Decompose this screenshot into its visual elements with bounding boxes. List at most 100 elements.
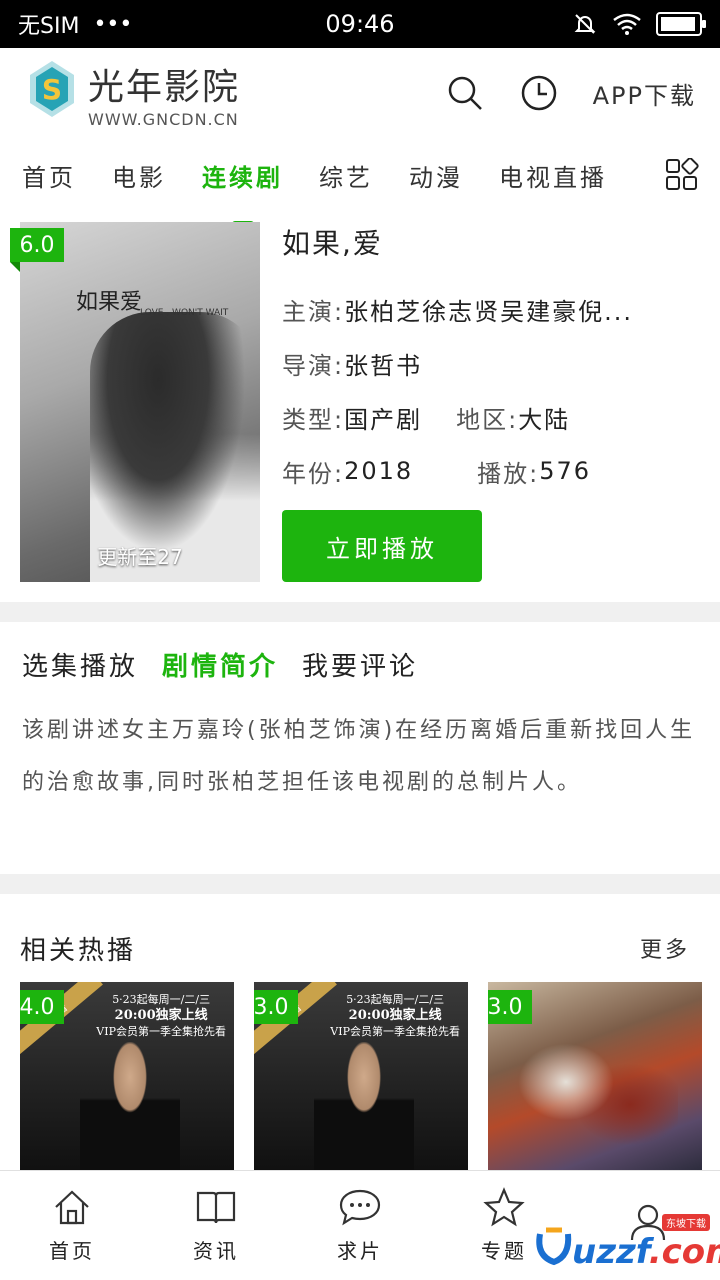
region-label: 地区: xyxy=(456,405,519,434)
logo[interactable]: S 光年影院 WWW.GNCDN.CN xyxy=(24,57,240,129)
category-tabs: 首页 电影 连续剧 综艺 动漫 电视直播 资 xyxy=(0,138,720,212)
logo-title: 光年影院 xyxy=(88,66,241,108)
card-promo: 5·23起每周一/二/三 20:00独家上线 VIP会员第一季全集抢先看 xyxy=(330,992,460,1040)
grid-icon xyxy=(666,158,699,190)
tab-home[interactable]: 首页 xyxy=(22,158,76,193)
year-label: 年份: xyxy=(282,459,345,488)
svg-text:S: S xyxy=(42,73,62,106)
type-region-row: 类型: 国产剧 地区: 大陆 xyxy=(282,390,702,444)
info-panel: 如果,爱 主演: 张柏芝徐志贤吴建豪倪... 导演: 张哲书 类型: 国产剧 地… xyxy=(282,222,702,582)
director-label: 导演: xyxy=(282,351,345,380)
watermark-text: uzzf.com xyxy=(572,1232,720,1272)
related-card[interactable]: VIP看 5·23起每周一/二/三 20:00独家上线 VIP会员第一季全集抢先… xyxy=(20,982,234,1172)
star-icon xyxy=(483,1187,525,1227)
card-person xyxy=(80,1042,180,1172)
synopsis-section: 选集播放 剧情简介 我要评论 该剧讲述女主万嘉玲(张柏芝饰演)在经历离婚后重新找… xyxy=(0,622,720,874)
cast-label: 主演: xyxy=(282,297,345,326)
nav-label: 首页 xyxy=(49,1239,95,1263)
promo-line: VIP会员第一季全集抢先看 xyxy=(96,1025,226,1038)
nav-label: 专题 xyxy=(481,1239,527,1263)
rating-badge: 6.0 xyxy=(10,228,64,272)
tab-variety[interactable]: 综艺 xyxy=(319,158,373,193)
promo-line: 20:00独家上线 xyxy=(348,1008,442,1023)
promo-line: 20:00独家上线 xyxy=(114,1008,208,1023)
tab-tv-live[interactable]: 电视直播 xyxy=(499,158,607,193)
status-left: 无SIM ••• xyxy=(18,8,132,40)
promo-line: 5·23起每周一/二/三 xyxy=(346,993,445,1006)
plays-label: 播放: xyxy=(477,459,540,488)
nav-label: 求片 xyxy=(337,1239,383,1263)
search-icon xyxy=(448,76,482,110)
site-watermark: uzzf.com 东坡下载 xyxy=(532,1214,720,1274)
app-download-link[interactable]: APP下载 xyxy=(593,76,696,111)
history-button[interactable] xyxy=(519,73,559,113)
type-value: 国产剧 xyxy=(344,405,423,434)
update-status: 更新至27 xyxy=(97,545,183,569)
nav-home[interactable]: 首页 xyxy=(0,1171,144,1280)
related-title: 相关热播 xyxy=(20,935,137,966)
status-bar: 无SIM ••• 09:46 xyxy=(0,0,720,48)
rating-badge: 3.0 xyxy=(488,990,532,1024)
app-header: S 光年影院 WWW.GNCDN.CN APP下载 xyxy=(0,48,720,138)
detail-subtabs: 选集播放 剧情简介 我要评论 xyxy=(22,646,698,683)
tab-episodes[interactable]: 选集播放 xyxy=(22,646,138,683)
wifi-icon xyxy=(613,13,641,35)
section-divider xyxy=(0,874,720,894)
cast-value: 张柏芝徐志贤吴建豪倪... xyxy=(344,297,633,326)
tab-comments[interactable]: 我要评论 xyxy=(302,646,418,683)
rating-badge: 3.0 xyxy=(254,990,298,1024)
search-button[interactable] xyxy=(445,73,485,113)
all-categories-button[interactable] xyxy=(644,138,720,212)
logo-url: WWW.GNCDN.CN xyxy=(88,109,239,129)
nav-request[interactable]: 求片 xyxy=(288,1171,432,1280)
mute-bell-icon xyxy=(574,14,596,34)
synopsis-text: 该剧讲述女主万嘉玲(张柏芝饰演)在经历离婚后重新找回人生的治愈故事,同时张柏芝担… xyxy=(22,718,696,795)
tab-series[interactable]: 连续剧 xyxy=(202,158,283,193)
notification-dots: ••• xyxy=(93,11,133,37)
section-divider xyxy=(0,602,720,622)
card-artwork xyxy=(518,1022,678,1172)
poster-title: 如果爱 xyxy=(76,290,143,315)
card-person xyxy=(314,1042,414,1172)
related-section: 相关热播 更多 VIP看 5·23起每周一/二/三 20:00独家上线 VIP会… xyxy=(0,894,720,1172)
watermark-logo-icon xyxy=(536,1227,572,1266)
poster-image[interactable]: 如果爱 LOVE , WON'T WAIT 更新至27 xyxy=(20,222,260,582)
plays-value: 576 xyxy=(539,457,592,485)
header-actions: APP下载 xyxy=(445,73,696,113)
tab-anime[interactable]: 动漫 xyxy=(409,158,463,193)
logo-snowflake-icon: S xyxy=(30,61,74,117)
show-title: 如果,爱 xyxy=(282,227,383,260)
status-right xyxy=(572,11,706,37)
battery-icon xyxy=(656,12,706,36)
related-card[interactable]: 3.0 xyxy=(488,982,702,1172)
tab-synopsis[interactable]: 剧情简介 xyxy=(162,646,278,683)
promo-line: 5·23起每周一/二/三 xyxy=(112,993,211,1006)
more-link[interactable]: 更多 xyxy=(640,932,690,964)
related-cards: VIP看 5·23起每周一/二/三 20:00独家上线 VIP会员第一季全集抢先… xyxy=(20,982,702,1172)
detail-section: 如果爱 LOVE , WON'T WAIT 更新至27 6.0 如果,爱 主演:… xyxy=(0,212,720,602)
cast-row: 主演: 张柏芝徐志贤吴建豪倪... xyxy=(282,282,702,336)
nav-label: 资讯 xyxy=(193,1239,239,1263)
history-clock-icon xyxy=(521,75,556,111)
related-card[interactable]: VIP看 5·23起每周一/二/三 20:00独家上线 VIP会员第一季全集抢先… xyxy=(254,982,468,1172)
year-value: 2018 xyxy=(344,457,414,485)
director-value: 张哲书 xyxy=(344,351,423,380)
play-now-button[interactable]: 立即播放 xyxy=(282,510,482,582)
type-label: 类型: xyxy=(282,405,345,434)
year-plays-row: 年份: 2018 播放: 576 xyxy=(282,444,702,498)
book-icon xyxy=(196,1191,236,1224)
tab-movies[interactable]: 电影 xyxy=(112,158,166,193)
home-icon xyxy=(55,1190,89,1225)
region-value: 大陆 xyxy=(518,405,571,434)
watermark-tag: 东坡下载 xyxy=(662,1214,710,1231)
director-row: 导演: 张哲书 xyxy=(282,336,702,390)
related-header: 相关热播 更多 xyxy=(0,894,720,978)
chat-bubble-icon xyxy=(339,1189,381,1226)
poster-subtitle: LOVE , WON'T WAIT xyxy=(140,308,229,318)
nav-news[interactable]: 资讯 xyxy=(144,1171,288,1280)
card-promo: 5·23起每周一/二/三 20:00独家上线 VIP会员第一季全集抢先看 xyxy=(96,992,226,1040)
promo-line: VIP会员第一季全集抢先看 xyxy=(330,1025,460,1038)
clock: 09:46 xyxy=(325,10,395,38)
carrier-text: 无SIM xyxy=(18,14,80,39)
rating-badge: 4.0 xyxy=(20,990,64,1024)
